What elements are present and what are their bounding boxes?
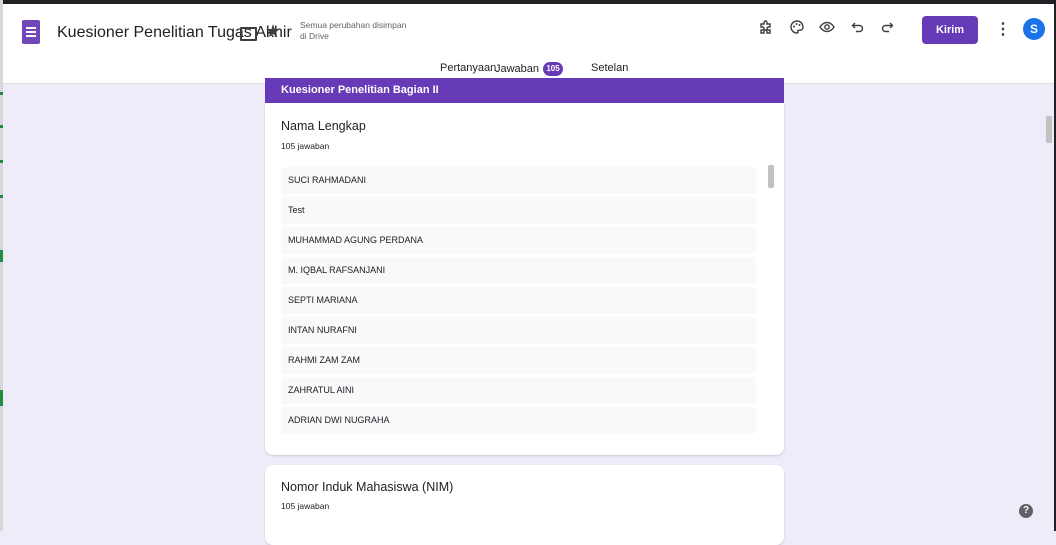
save-status-line2: di Drive <box>300 31 329 41</box>
edge-marker <box>0 195 3 198</box>
answer-list[interactable]: SUCI RAHMADANI Test MUHAMMAD AGUNG PERDA… <box>281 167 756 437</box>
question-card: Nomor Induk Mahasiswa (NIM) 105 jawaban <box>265 465 784 545</box>
more-vert-icon[interactable]: ⋮ <box>995 19 1011 39</box>
list-item: SEPTI MARIANA <box>281 287 756 314</box>
response-count: 105 jawaban <box>281 501 330 511</box>
tab-responses-label: Jawaban <box>495 63 540 75</box>
section-title: Kuesioner Penelitian Bagian II <box>281 84 439 96</box>
question-card: Nama Lengkap 105 jawaban SUCI RAHMADANI … <box>265 103 784 455</box>
redo-icon[interactable] <box>877 19 897 42</box>
undo-icon[interactable] <box>848 19 868 42</box>
list-item: M. IQBAL RAFSANJANI <box>281 257 756 284</box>
edge-marker <box>0 92 3 95</box>
list-item: INTAN NURAFNI <box>281 317 756 344</box>
list-item: Test <box>281 197 756 224</box>
edge-marker <box>0 250 3 262</box>
palette-icon[interactable] <box>787 19 807 42</box>
avatar[interactable]: S <box>1023 18 1045 40</box>
list-item: RAHMI ZAM ZAM <box>281 347 756 374</box>
tab-settings[interactable]: Setelan <box>591 62 628 74</box>
save-status: Semua perubahan disimpan di Drive <box>300 20 406 42</box>
tab-questions[interactable]: Pertanyaan <box>440 62 496 74</box>
responses-count-badge: 105 <box>543 62 564 76</box>
forms-app-icon[interactable] <box>22 20 40 44</box>
question-title: Nama Lengkap <box>281 119 366 133</box>
response-count: 105 jawaban <box>281 141 330 151</box>
answer-list-scrollbar[interactable] <box>768 165 774 188</box>
edge-marker <box>0 160 3 163</box>
addon-icon[interactable] <box>756 19 776 42</box>
list-item: ADRIAN DWI NUGRAHA <box>281 407 756 434</box>
edge-marker <box>0 390 3 406</box>
list-item: SUCI RAHMADANI <box>281 167 756 194</box>
section-header: Kuesioner Penelitian Bagian II <box>265 78 784 103</box>
tab-responses[interactable]: Jawaban 105 <box>495 62 564 76</box>
app-header: Kuesioner Penelitian Tugas Akhir ★ Semua… <box>3 4 1054 84</box>
page-scrollbar[interactable] <box>1046 116 1052 143</box>
help-icon[interactable]: ? <box>1019 504 1033 518</box>
question-title: Nomor Induk Mahasiswa (NIM) <box>281 480 454 494</box>
save-status-line1: Semua perubahan disimpan <box>300 20 407 30</box>
list-item: ZAHRATUL AINI <box>281 377 756 404</box>
edge-marker <box>0 125 3 128</box>
list-item: MUHAMMAD AGUNG PERDANA <box>281 227 756 254</box>
send-button[interactable]: Kirim <box>922 16 978 44</box>
preview-eye-icon[interactable] <box>817 19 837 42</box>
star-icon[interactable]: ★ <box>265 21 281 42</box>
folder-icon[interactable] <box>240 27 257 41</box>
